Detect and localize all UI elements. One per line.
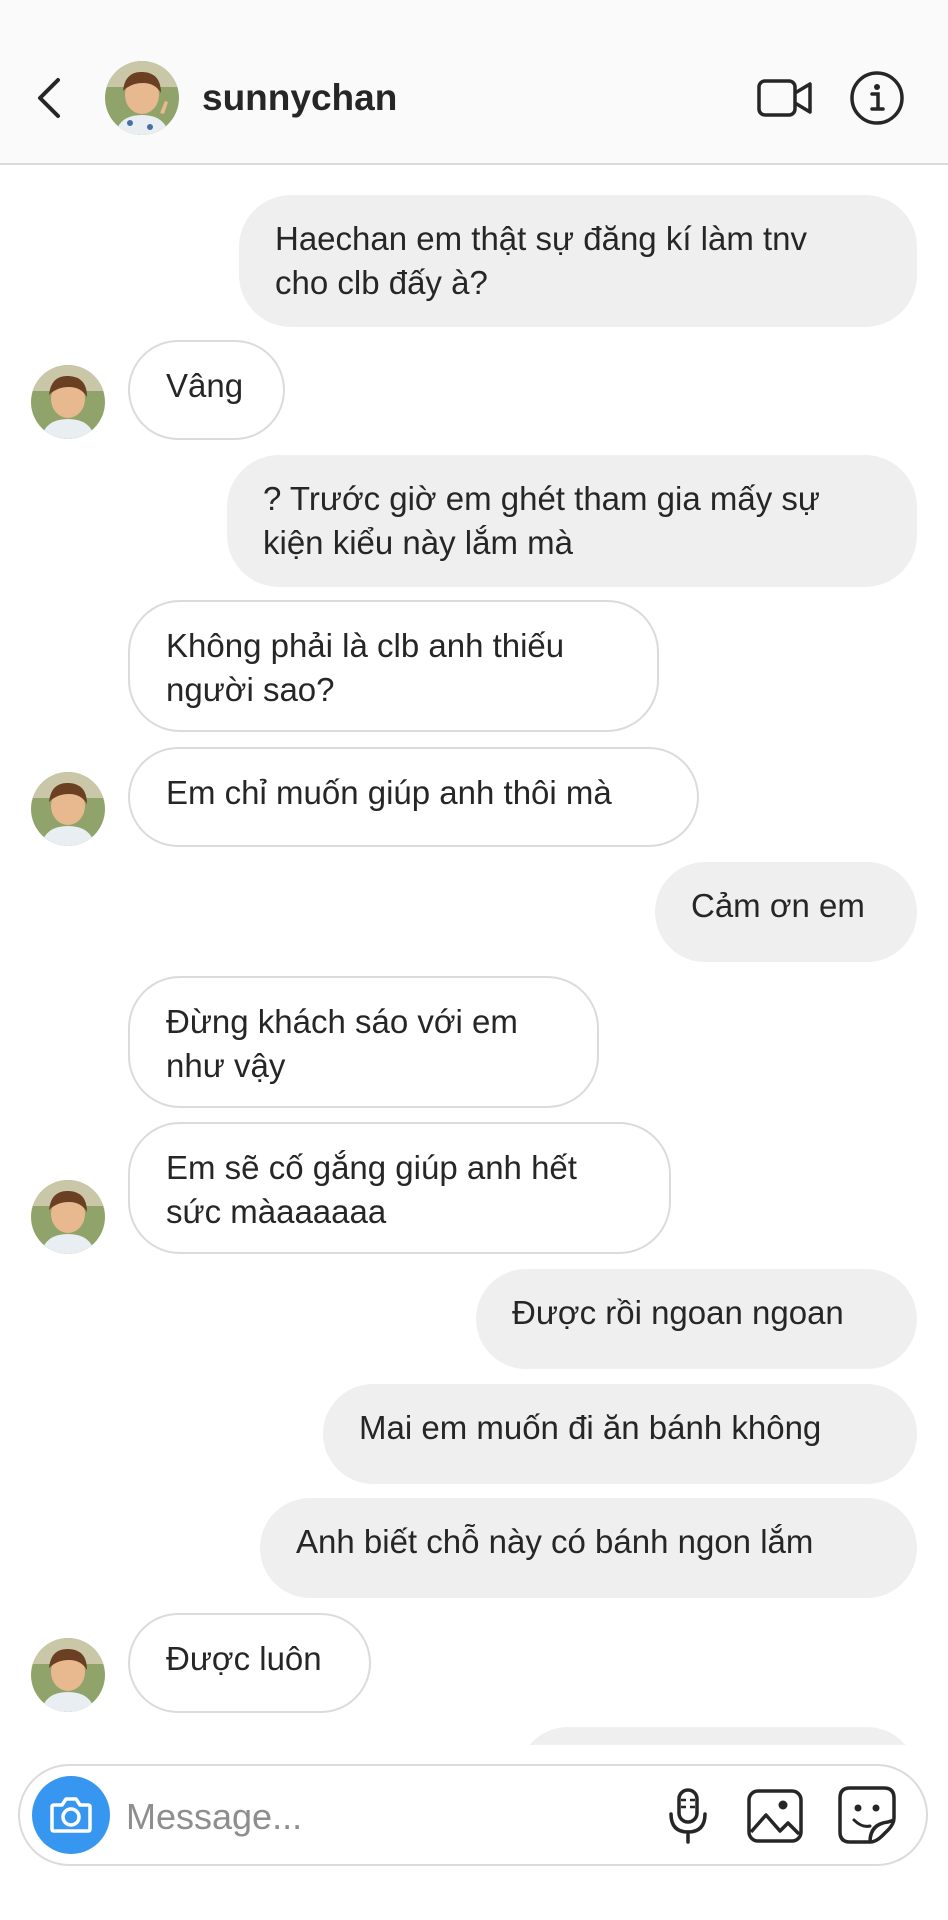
message-bubble-incoming[interactable]: Không phải là clb anh thiếu người sao? (128, 600, 659, 732)
message-bubble-outgoing[interactable]: ? Trước giờ em ghét tham gia mấy sự kiện… (227, 455, 917, 587)
avatar[interactable] (31, 1638, 105, 1712)
back-button[interactable] (30, 74, 70, 122)
chat-header: sunnychan (0, 0, 948, 165)
message-bubble-outgoing[interactable]: Mai em muốn đi ăn bánh không (323, 1384, 917, 1484)
message-thread[interactable]: Haechan em thật sự đăng kí làm tnv cho c… (0, 165, 948, 1745)
message-input[interactable] (124, 1788, 648, 1846)
message-bubble-incoming[interactable]: Được luôn (128, 1613, 371, 1713)
avatar[interactable] (105, 61, 179, 135)
message-bubble-incoming[interactable]: Vâng (128, 340, 285, 440)
message-bubble-outgoing[interactable]: Được rồi ngoan ngoan (476, 1269, 917, 1369)
username[interactable]: sunnychan (202, 76, 397, 120)
voice-message-button[interactable] (660, 1786, 716, 1846)
chevron-left-icon (38, 78, 60, 118)
message-bubble-incoming[interactable]: Em sẽ cố gắng giúp anh hết sức màaaaaaa (128, 1122, 671, 1254)
camera-icon (50, 1797, 92, 1833)
image-gallery-icon (747, 1789, 803, 1843)
info-button[interactable] (849, 70, 905, 126)
avatar[interactable] (31, 772, 105, 846)
message-composer (18, 1764, 928, 1866)
sticker-icon (838, 1786, 896, 1844)
message-bubble-outgoing[interactable]: Cảm ơn em (655, 862, 917, 962)
video-camera-icon (757, 79, 812, 117)
microphone-icon (669, 1788, 707, 1844)
info-icon (850, 71, 904, 125)
sticker-button[interactable] (836, 1784, 898, 1846)
video-call-button[interactable] (756, 74, 814, 122)
message-bubble-outgoing[interactable]: Anh biết chỗ này có bánh ngon lắm (260, 1498, 917, 1598)
avatar[interactable] (31, 365, 105, 439)
message-bubble-incoming[interactable]: Đừng khách sáo với em như vậy (128, 976, 599, 1108)
message-bubble-incoming[interactable]: Em chỉ muốn giúp anh thôi mà (128, 747, 699, 847)
message-bubble-outgoing[interactable]: Haechan em thật sự đăng kí làm tnv cho c… (239, 195, 917, 327)
message-bubble-outgoing-partial[interactable] (518, 1727, 917, 1745)
gallery-button[interactable] (744, 1786, 806, 1846)
camera-button[interactable] (32, 1776, 110, 1854)
avatar[interactable] (31, 1180, 105, 1254)
